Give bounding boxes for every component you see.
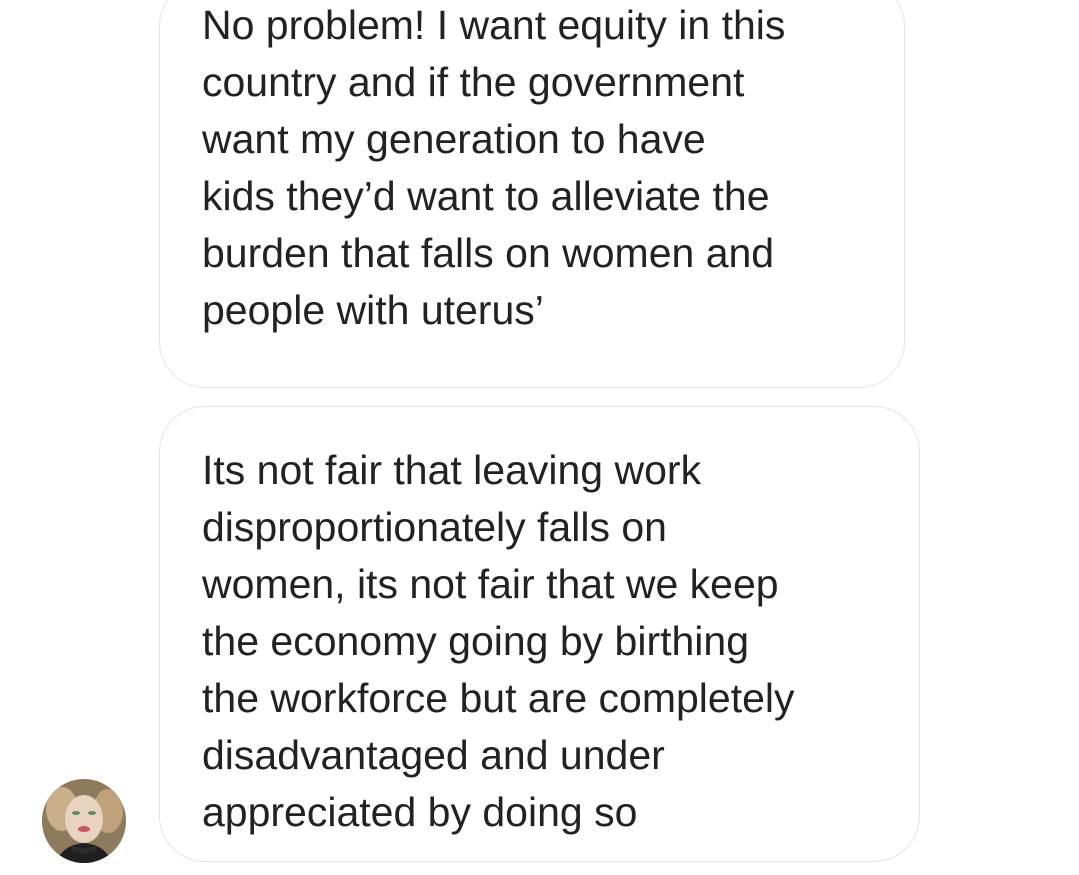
message-text-line: No problem! I want equity in this — [202, 2, 786, 48]
message-text-line: want my generation to have — [202, 116, 706, 162]
profile-photo-avatar-icon — [42, 779, 126, 863]
message-text-line: country and if the government — [202, 59, 745, 105]
message-text-line: women, its not fair that we keep — [202, 561, 779, 607]
message-bubble-1[interactable]: No problem! I want equity in this countr… — [159, 0, 905, 388]
message-text-line: people with uterus’ — [202, 287, 544, 333]
message-text-line: appreciated by doing so — [202, 789, 638, 835]
sender-avatar[interactable] — [42, 779, 126, 863]
message-text-line: kids they’d want to alleviate the — [202, 173, 770, 219]
message-text-line: the workforce but are completely — [202, 675, 795, 721]
message-text-line: burden that falls on women and — [202, 230, 775, 276]
message-text-line: Its not fair that leaving work — [202, 447, 702, 493]
message-text-line: disproportionately falls on — [202, 504, 667, 550]
message-text-line: disadvantaged and under — [202, 732, 665, 778]
message-text-line: the economy going by birthing — [202, 618, 750, 664]
message-bubble-2[interactable]: Its not fair that leaving work dispropor… — [159, 406, 920, 862]
